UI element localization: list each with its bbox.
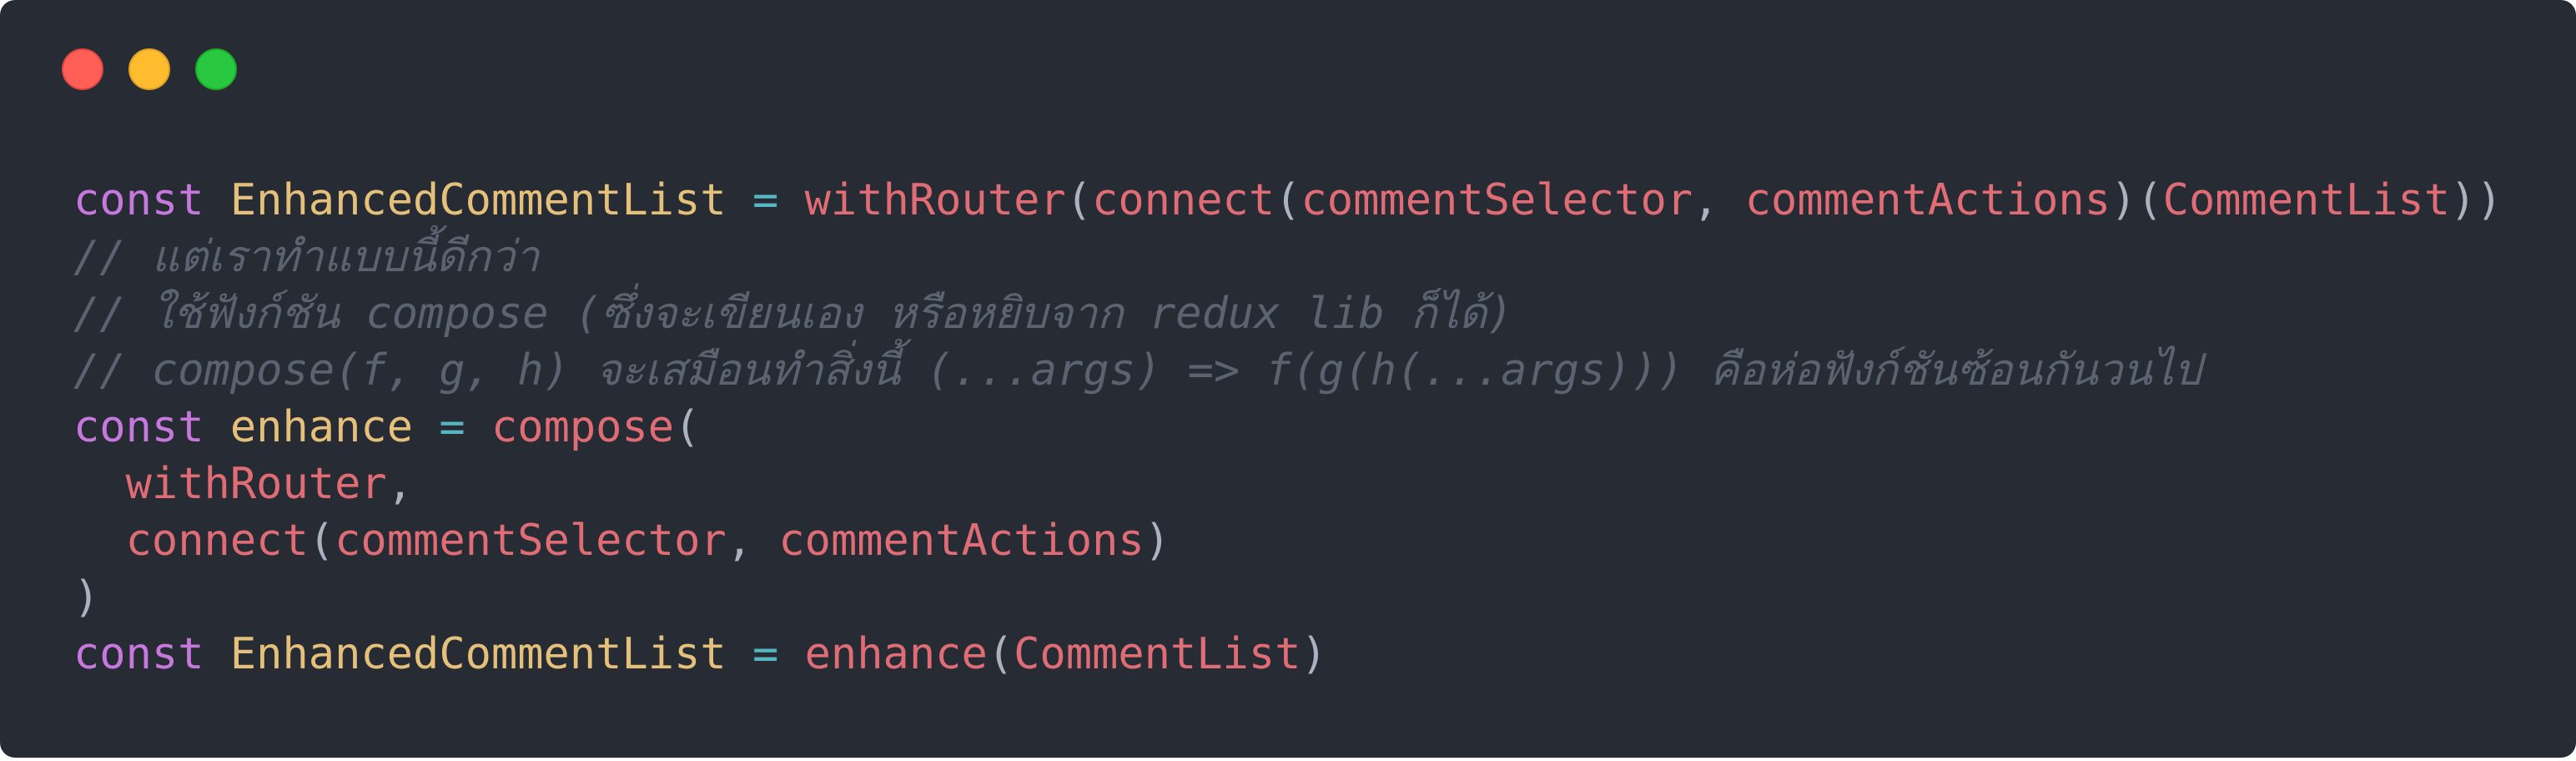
code-token: (: [1065, 175, 1093, 225]
code-token: connect: [1092, 175, 1275, 225]
code-token: commentSelector: [1301, 175, 1693, 225]
code-line: // ใช้ฟังก์ชัน compose (ซึ่งจะเขียนเอง ห…: [73, 285, 2503, 342]
code-token: )(: [2111, 175, 2163, 225]
code-line: // แต่เราทำแบบนี้ดีกว่า: [73, 229, 2503, 285]
code-window: const EnhancedCommentList = withRouter(c…: [0, 0, 2576, 758]
code-token: =: [752, 629, 779, 679]
code-token: const: [73, 175, 204, 225]
code-token: commentSelector: [335, 516, 727, 566]
code-token: withRouter: [125, 459, 387, 509]
code-token: commentActions: [1744, 175, 2111, 225]
code-token: ): [1301, 629, 1327, 679]
code-line: const EnhancedCommentList = enhance(Comm…: [73, 626, 2503, 683]
code-token: ,: [726, 516, 779, 566]
code-line: // compose(f, g, h) จะเสมือนทำสิ่งนี้ (.…: [73, 342, 2503, 399]
code-line: const enhance = compose(: [73, 399, 2503, 456]
code-token: EnhancedCommentList: [229, 175, 727, 225]
maximize-button[interactable]: [195, 48, 237, 90]
code-line: connect(commentSelector, commentActions): [73, 512, 2503, 569]
code-token: const: [73, 402, 204, 452]
code-line: withRouter,: [73, 456, 2503, 512]
code-token: ): [1144, 516, 1170, 566]
code-token: ): [73, 572, 100, 622]
code-token: const: [73, 629, 204, 679]
code-line: const EnhancedCommentList = withRouter(c…: [73, 172, 2503, 229]
code-token: enhance: [804, 629, 988, 679]
code-token: CommentList: [2162, 175, 2451, 225]
code-token: connect: [125, 516, 309, 566]
code-token: CommentList: [1014, 629, 1301, 679]
code-token: (: [1275, 175, 1301, 225]
code-token: EnhancedCommentList: [229, 629, 727, 679]
code-token: (: [987, 629, 1014, 679]
code-comment: // ใช้ฟังก์ชัน compose (ซึ่งจะเขียนเอง ห…: [73, 289, 1513, 339]
code-token: =: [752, 175, 779, 225]
code-token: (: [674, 402, 701, 452]
code-token: withRouter: [804, 175, 1066, 225]
code-token: ,: [386, 459, 414, 509]
code-line: ): [73, 569, 2503, 626]
minimize-button[interactable]: [128, 48, 170, 90]
code-comment: // compose(f, g, h) จะเสมือนทำสิ่งนี้ (.…: [73, 345, 2201, 396]
code-token: )): [2450, 175, 2503, 225]
code-token: commentActions: [778, 516, 1145, 566]
code-token: (: [308, 516, 335, 566]
code-token: =: [439, 402, 465, 452]
window-controls: [62, 48, 237, 90]
code-block: const EnhancedCommentList = withRouter(c…: [73, 172, 2503, 683]
close-button[interactable]: [62, 48, 103, 90]
code-token: enhance: [229, 402, 414, 452]
code-comment: // แต่เราทำแบบนี้ดีกว่า: [73, 232, 540, 282]
code-token: compose: [491, 402, 675, 452]
code-token: ,: [1693, 175, 1745, 225]
